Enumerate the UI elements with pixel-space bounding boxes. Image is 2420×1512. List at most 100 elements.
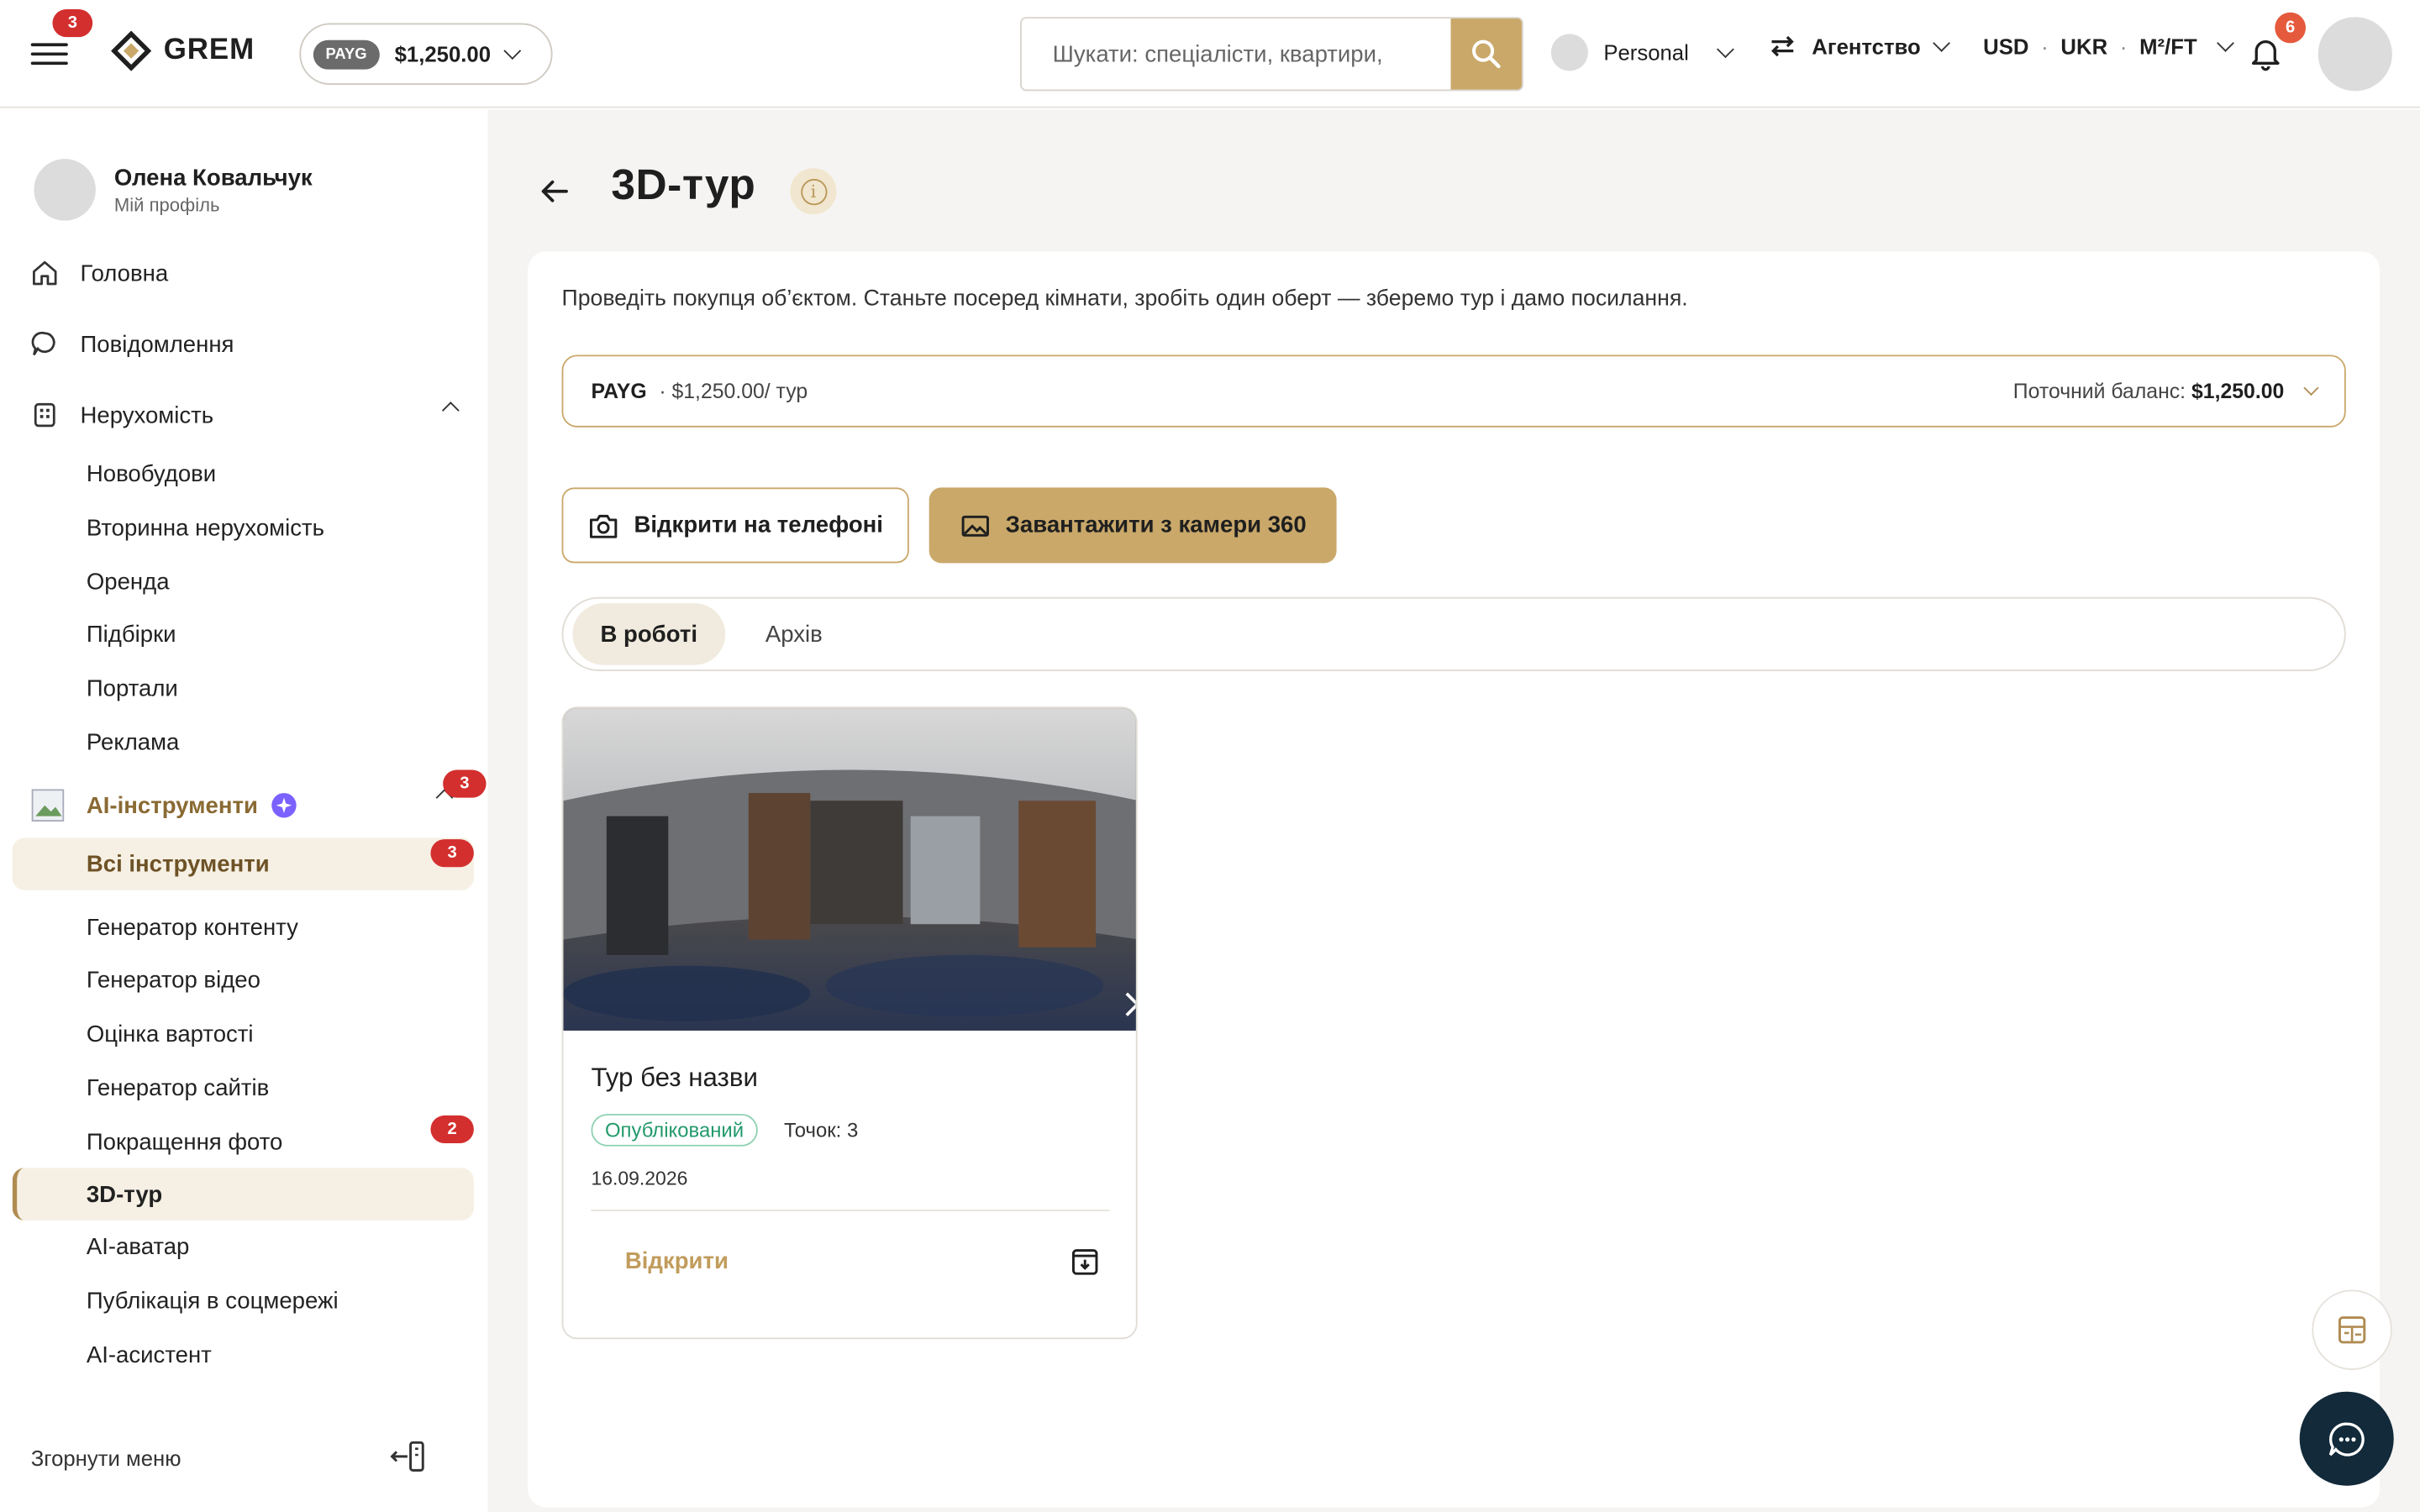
archive-icon[interactable] — [1070, 1247, 1101, 1278]
notifications-badge: 6 — [2275, 12, 2307, 44]
sidebar-item-ai-avatar[interactable]: AI-аватар — [87, 1234, 190, 1260]
all-tools-badge: 3 — [430, 839, 474, 868]
sidebar-item-realty[interactable]: Нерухомість — [31, 402, 460, 429]
sidebar-item-valuation[interactable]: Оцінка вартості — [87, 1021, 254, 1047]
tour-title: Тур без назви — [591, 1063, 758, 1093]
open-on-phone-button[interactable]: Відкрити на телефоні — [561, 487, 909, 564]
button-label: Завантажити з камери 360 — [1005, 512, 1307, 539]
sidebar-item-secondary[interactable]: Вторинна нерухомість — [87, 515, 324, 541]
chat-button[interactable] — [2299, 1391, 2394, 1486]
currency-label: USD — [1983, 34, 2029, 59]
sidebar-item-label: Головна — [80, 260, 169, 286]
image-icon — [960, 514, 989, 536]
search-button[interactable] — [1450, 18, 1522, 90]
sidebar-item-all-tools[interactable]: Всі інструменти — [87, 852, 270, 878]
plan-rate: · $1,250.00/ тур — [659, 379, 808, 403]
separator-dot: · — [2119, 34, 2128, 59]
workspace-avatar — [1550, 34, 1588, 71]
tab-archive[interactable]: Архів — [738, 603, 850, 664]
balance-value: $1,250.00 — [2191, 379, 2285, 403]
active-highlight — [12, 1168, 474, 1221]
workspace-switcher[interactable]: Personal — [1550, 34, 1735, 71]
sidebar-item-social-publish[interactable]: Публікація в соцмережі — [87, 1289, 339, 1315]
sidebar-item-label: Повідомлення — [80, 330, 234, 358]
sidebar-item-label: AI-інструменти — [86, 792, 258, 819]
profile-link[interactable]: Олена Ковальчук Мій профіль — [34, 159, 313, 221]
collapse-menu-button[interactable]: Згорнути меню — [31, 1446, 182, 1470]
panorama-image — [563, 708, 1136, 1031]
chevron-down-icon — [2303, 380, 2319, 396]
chevron-down-icon — [1933, 34, 1951, 52]
plan-name: PAYG — [591, 379, 647, 403]
balance-dropdown[interactable]: PAYG $1,250.00 — [299, 23, 553, 86]
sidebar-item-ai-tools[interactable]: AI-інструменти 3 — [31, 769, 487, 822]
button-label: Відкрити на телефоні — [634, 512, 883, 539]
swap-icon — [1771, 35, 1794, 57]
logo-icon — [111, 30, 151, 71]
status-badge: Опублікований — [591, 1114, 758, 1147]
sidebar-item-site-generator[interactable]: Генератор сайтів — [87, 1075, 269, 1101]
sidebar-item-home[interactable]: Головна — [31, 260, 168, 287]
sidebar-item-selections[interactable]: Підбірки — [87, 622, 176, 648]
workspace-label: Personal — [1603, 39, 1689, 66]
sidebar-item-3d-tour[interactable]: 3D-тур — [87, 1182, 162, 1208]
sidebar-item-messages[interactable]: Повідомлення — [31, 330, 234, 358]
search-input[interactable] — [1021, 18, 1451, 90]
calculator-button[interactable] — [2312, 1289, 2392, 1370]
home-icon — [33, 260, 57, 286]
balance-amount: $1,250.00 — [394, 41, 492, 66]
info-button[interactable]: i — [790, 168, 837, 215]
sidebar-item-new-buildings[interactable]: Новобудови — [87, 461, 216, 487]
sidebar-item-label: Нерухомість — [80, 402, 214, 428]
chevron-down-icon — [1717, 40, 1735, 59]
tour-date: 16.09.2026 — [591, 1168, 688, 1190]
sidebar-item-portals[interactable]: Портали — [87, 675, 178, 701]
search-bar — [1020, 17, 1523, 92]
notifications-button[interactable]: 6 — [2247, 12, 2307, 74]
plan-selector[interactable]: PAYG · $1,250.00/ тур Поточний баланс: $… — [561, 354, 2346, 428]
ai-tools-icon — [31, 789, 65, 822]
messages-icon — [31, 331, 55, 356]
sidebar: Олена Ковальчук Мій профіль Головна Пові… — [0, 109, 488, 1512]
separator-dot: · — [2041, 34, 2049, 59]
user-avatar[interactable] — [2317, 17, 2392, 92]
back-arrow-icon[interactable] — [537, 175, 571, 208]
chevron-down-icon — [2216, 34, 2234, 52]
menu-icon-line — [30, 43, 68, 47]
logo-text: GREM — [163, 34, 255, 66]
tab-in-progress[interactable]: В роботі — [572, 603, 726, 665]
sidebar-item-content-generator[interactable]: Генератор контенту — [87, 915, 298, 941]
collapse-icon[interactable] — [389, 1440, 426, 1473]
sparkle-icon — [271, 793, 297, 818]
units-selector[interactable]: USD · UKR · M²/FT — [1983, 34, 2234, 59]
sidebar-item-video-generator[interactable]: Генератор відео — [87, 968, 260, 994]
ai-tools-badge: 3 — [443, 769, 487, 798]
area-unit-label: M²/FT — [2139, 34, 2197, 59]
points-count: Точок: 3 — [784, 1118, 859, 1142]
calculator-icon — [2338, 1316, 2366, 1344]
logo[interactable]: GREM — [111, 30, 255, 71]
agency-label: Агентство — [1812, 34, 1921, 59]
info-icon: i — [800, 178, 827, 205]
agency-switcher[interactable]: Агентство — [1769, 34, 1951, 59]
menu-badge: 3 — [52, 9, 93, 38]
page-title: 3D-тур — [611, 160, 756, 208]
menu-button[interactable]: 3 — [30, 9, 93, 71]
open-tour-button[interactable]: Відкрити — [625, 1248, 729, 1274]
sidebar-item-ads[interactable]: Реклама — [87, 730, 180, 756]
sidebar-item-photo-enhance[interactable]: Покращення фото — [87, 1129, 283, 1155]
top-bar: 3 GREM PAYG $1,250.00 Per — [0, 0, 2420, 108]
profile-name: Олена Ковальчук — [113, 164, 313, 191]
tour-tabs: В роботі Архів — [561, 596, 2346, 671]
sidebar-item-rent[interactable]: Оренда — [87, 570, 170, 596]
upload-360-button[interactable]: Завантажити з камери 360 — [929, 487, 1337, 564]
camera-icon — [589, 513, 617, 538]
profile-subtitle: Мій профіль — [113, 193, 220, 216]
balance-label: Поточний баланс: — [2012, 379, 2186, 403]
tour-preview-image[interactable] — [563, 708, 1136, 1031]
current-balance: Поточний баланс: $1,250.00 — [2012, 379, 2319, 403]
language-label: UKR — [2060, 34, 2108, 59]
chevron-up-icon — [441, 402, 460, 419]
building-icon — [34, 402, 55, 428]
sidebar-item-ai-assistant[interactable]: AI-асистент — [87, 1342, 212, 1368]
